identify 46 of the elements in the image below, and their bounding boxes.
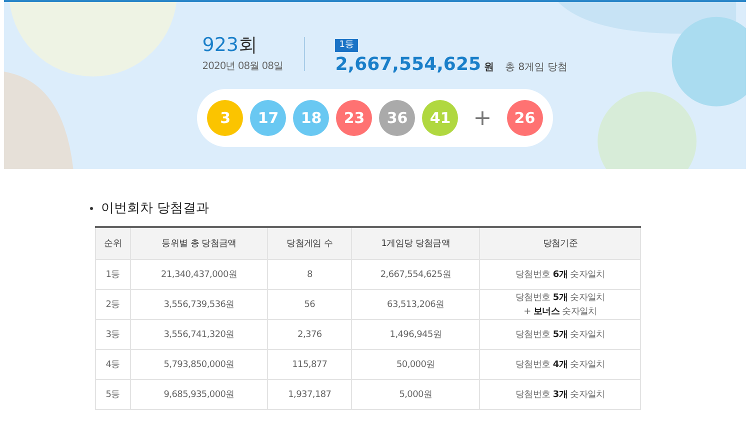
bonus-ball: 26 bbox=[506, 100, 543, 136]
table-cell: 21,340,437,000원 bbox=[130, 260, 268, 290]
table-cell: 5등 bbox=[96, 380, 130, 410]
draw-round: 923회 bbox=[202, 34, 259, 56]
prize-unit: 원 bbox=[484, 61, 494, 74]
plus-sign: + bbox=[473, 106, 492, 130]
number-ball: 17 bbox=[250, 100, 286, 136]
column-header: 당첨기준 bbox=[480, 227, 640, 260]
table-cell: 50,000원 bbox=[351, 350, 480, 380]
draw-date: 2020년 08월 08일 bbox=[202, 60, 284, 73]
number-ball: 36 bbox=[379, 100, 416, 136]
table-cell: 당첨번호 5개 숫자일치 + 보너스 숫자일치 bbox=[480, 290, 640, 320]
table-cell: 2,376 bbox=[268, 320, 352, 350]
column-header: 등위별 총 당첨금액 bbox=[130, 227, 268, 260]
table-cell: 56 bbox=[268, 290, 352, 320]
table-cell: 당첨번호 5개 숫자일치 bbox=[480, 320, 640, 350]
table-cell: 당첨번호 4개 숫자일치 bbox=[480, 350, 640, 380]
table-cell: 2,667,554,625원 bbox=[351, 260, 480, 290]
table-cell: 당첨번호 6개 숫자일치 bbox=[480, 260, 640, 290]
bullet-icon bbox=[90, 206, 93, 210]
number-ball: 18 bbox=[293, 100, 330, 136]
table-cell: 1등 bbox=[96, 260, 130, 290]
table-cell: 8 bbox=[268, 260, 352, 290]
table-cell: 9,685,935,000원 bbox=[130, 380, 268, 410]
table-cell: 1,496,945원 bbox=[351, 320, 480, 350]
table-cell: 4등 bbox=[96, 350, 130, 380]
column-header: 1게임당 당첨금액 bbox=[351, 227, 480, 260]
number-ball: 41 bbox=[422, 100, 458, 136]
table-cell: 3,556,741,320원 bbox=[130, 320, 268, 350]
rank-badge: 1등 bbox=[335, 39, 358, 52]
table-cell: 5,000원 bbox=[351, 380, 480, 410]
table-cell: 3,556,739,536원 bbox=[130, 290, 268, 320]
number-ball: 3 bbox=[207, 100, 244, 136]
column-header: 순위 bbox=[96, 227, 130, 260]
column-header: 당첨게임 수 bbox=[268, 227, 352, 260]
prize-amount: 2,667,554,625 bbox=[335, 54, 482, 75]
winner-count: 총 8게임 당첨 bbox=[505, 61, 568, 74]
number-ball: 23 bbox=[336, 100, 372, 136]
table-cell: 63,513,206원 bbox=[351, 290, 480, 320]
table-cell: 2등 bbox=[96, 290, 130, 320]
table-cell: 1,937,187 bbox=[268, 380, 352, 410]
table-cell: 5,793,850,000원 bbox=[130, 350, 268, 380]
table-cell: 115,877 bbox=[268, 350, 352, 380]
table-cell: 3등 bbox=[96, 320, 130, 350]
table-cell: 당첨번호 3개 숫자일치 bbox=[480, 380, 640, 410]
section-title: 이번회차 당첨결과 bbox=[101, 200, 210, 217]
